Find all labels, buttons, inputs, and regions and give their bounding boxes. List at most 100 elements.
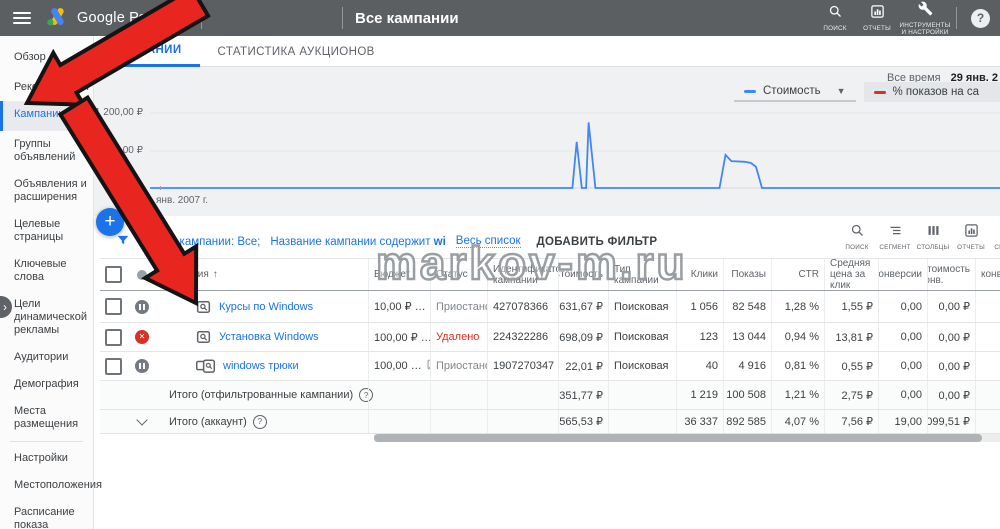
header-cell-id: Идентификатор кампании [487,259,558,290]
campaign-name-link[interactable]: Курсы по Windows [219,301,313,313]
scrollbar-thumb[interactable] [374,434,982,442]
column-header-label[interactable]: Показы [731,269,766,280]
select-all-checkbox[interactable] [105,266,122,283]
column-header-label[interactable]: Стоимость [558,269,603,280]
cell-cost: 1 631,67 ₽ [558,291,608,322]
column-header-label[interactable]: Средняя цена за клик [830,259,873,290]
header-cell-checkbox [100,259,126,290]
filter-status[interactable]: Статус кампании: Все; [140,236,260,248]
column-header-label[interactable]: Бюджет [374,269,410,280]
segment-button[interactable]: СЕГМЕНТ [876,223,914,251]
sidebar-item-13[interactable]: Расписание показа объявлений [0,499,93,529]
display-search-campaign-icon [196,359,215,374]
total-cell-budget [368,410,430,433]
column-header-label[interactable]: конв. [981,269,1000,280]
chevron-down-icon: ▼ [837,86,846,96]
sidebar-item-4[interactable]: Объявления и расширения [0,171,93,211]
columns-button[interactable]: СТОЛБЦЫ [914,223,952,251]
campaign-name-link[interactable]: windows трюки [223,360,299,372]
menu-icon[interactable] [13,12,31,24]
tab-campaigns[interactable]: КАМПАНИИ [94,36,200,67]
expand-chevron-icon[interactable] [136,414,147,425]
filter-name-contains[interactable]: Название кампании содержит wi [270,236,445,248]
add-filter-button[interactable]: ДОБАВИТЬ ФИЛЬТР [537,236,658,248]
info-icon[interactable]: ? [253,415,267,429]
topbar-reports-button[interactable]: ОТЧЕТЫ [856,0,898,36]
sidebar-item-5[interactable]: Целевые страницы [0,211,93,251]
cell-budget: 10,00 ₽ … [368,291,430,322]
column-header-label[interactable]: CTR [798,269,819,280]
cell-checkbox [100,323,126,351]
total-cell-clicks: 36 337 [676,410,723,433]
topbar-search-button[interactable]: ПОИСК [814,0,856,36]
total-cell-checkbox [100,410,126,433]
row-checkbox[interactable] [105,329,122,346]
cell-budget: 100,00 ₽ … [368,323,430,351]
cell-ctr: 0,94 % [771,323,824,351]
cell-name: Курсы по Windows [158,291,368,322]
table-row: Курсы по Windows10,00 ₽ …Приостановлена4… [100,291,1000,323]
sidebar-item-7[interactable]: Цели динамической рекламы [0,291,93,344]
budget-value[interactable]: 100,00 … [374,360,422,372]
column-header-label[interactable]: Стоимость конв. [927,264,970,286]
sidebar-item-9[interactable]: Демография [0,371,93,398]
sidebar-item-11[interactable]: Настройки [0,445,93,472]
column-header-label[interactable]: Идентификатор кампании [493,264,558,286]
sidebar-item-0[interactable]: Обзор [0,44,93,74]
legend-metric-cost[interactable]: Стоимость ▼ [734,82,856,102]
download-button[interactable]: СКАЧАТЬ [990,223,1000,251]
header-cell-budget: Бюджет [368,259,430,290]
total-cell-impressions: 100 508 [723,381,771,409]
total-cell-impressions: 892 585 [723,410,771,433]
table-row: windows трюки100,00 …Приостановлена19072… [100,352,1000,381]
sidebar-item-10[interactable]: Места размещения [0,398,93,438]
cell-cost_per_conv: 0,00 ₽ [927,291,975,322]
google-ads-app: Google Реклама Все кампании ПОИСК ОТЧЕТЫ [0,0,1000,529]
paused-status-icon[interactable] [135,300,149,314]
columns-icon [926,223,941,243]
removed-status-icon[interactable]: ✕ [135,330,149,344]
header-cell-cost_per_conv: Стоимость конв. [927,259,975,290]
google-ads-logo-icon [45,6,69,31]
legend-metric-impr-share[interactable]: % показов на са [864,82,1000,102]
cell-avg_cpc: 0,55 ₽ [824,352,878,380]
header-cell-cost: Стоимость [558,259,608,290]
search-button[interactable]: ПОИСК [838,223,876,251]
sort-ascending-icon[interactable]: ↑ [213,269,218,280]
column-header-label[interactable]: Тип кампании [614,264,671,286]
sidebar-item-1[interactable]: Рекомендации [0,74,93,101]
tab-auction-stats[interactable]: СТАТИСТИКА АУКЦИОНОВ [200,36,393,67]
reports-button[interactable]: ОТЧЕТЫ [952,223,990,251]
row-checkbox[interactable] [105,298,122,315]
filter-bar: Статус кампании: Все; Название кампании … [116,233,657,250]
cell-ctr: 1,28 % [771,291,824,322]
brand[interactable]: Google Реклама [45,6,189,31]
add-campaign-button[interactable]: + [96,208,124,236]
sidebar-item-label: Ключевые слова [14,258,87,284]
cell-checkbox [100,291,126,322]
topbar-tools-button[interactable]: ИНСТРУМЕНТЫ И НАСТРОЙКИ [898,0,952,36]
sidebar-item-3[interactable]: Группы объявлений [0,131,93,171]
budget-value[interactable]: 100,00 ₽ … [374,331,430,344]
sidebar-item-6[interactable]: Ключевые слова [0,251,93,291]
search-icon [828,4,843,24]
total-cell-status [430,410,487,433]
help-icon[interactable]: ? [971,9,990,28]
filter-all-list-link[interactable]: Весь список [456,235,521,248]
budget-value[interactable]: 10,00 ₽ … [374,300,426,313]
column-header-label[interactable]: Клики [691,269,718,280]
sidebar-item-12[interactable]: Местоположения [0,472,93,499]
y-tick: 1 200,00 ₽ [94,107,143,118]
paused-status-icon[interactable] [135,359,149,373]
sidebar-item-2[interactable]: Кампании [0,101,93,131]
sidebar-item-8[interactable]: Аудитории [0,344,93,371]
header-cell-status: Статус [430,259,487,290]
column-header-label[interactable]: Конверсии [878,269,922,280]
campaign-name-link[interactable]: Установка Windows [219,331,319,343]
column-header-label[interactable]: Кампания [163,269,209,280]
header-cell-avg_cpc: Средняя цена за клик [824,259,878,290]
total-cell-type [608,410,676,433]
totals-row: Итого (отфильтрованные кампании)?3 351,7… [100,381,1000,410]
column-header-label[interactable]: Статус [436,269,468,280]
row-checkbox[interactable] [105,358,122,375]
